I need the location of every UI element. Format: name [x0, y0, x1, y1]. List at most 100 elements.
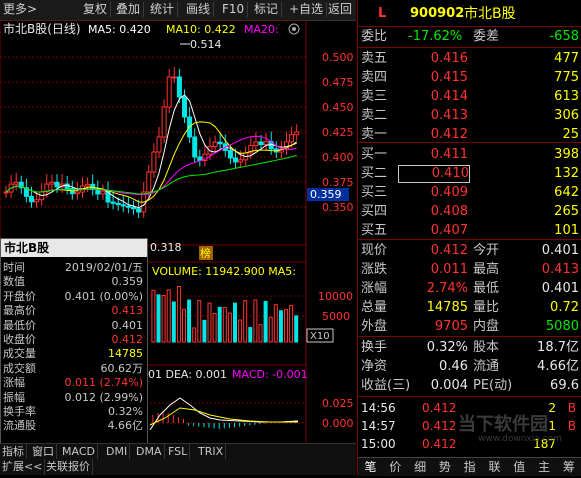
sell-label: 卖三 [361, 89, 388, 104]
info-row-label: 流通股 [3, 419, 36, 433]
info-row: 成交额 60.62万 [3, 362, 145, 376]
quote-tab[interactable]: 细 [408, 458, 433, 476]
volume-bar [187, 299, 192, 343]
stat-value: 0.413 [541, 262, 579, 277]
buy-price: 0.411 [430, 147, 468, 162]
buy-row[interactable]: 买一 0.411 398 [358, 146, 581, 164]
sell-row[interactable]: 卖四 0.415 775 [358, 69, 581, 87]
volume-bar [227, 312, 232, 343]
extension-tabs: 扩展<< 关联报价 [0, 459, 356, 475]
candle-body [253, 141, 259, 147]
overlay-button[interactable]: 叠加 [113, 2, 145, 17]
volume-bar [151, 289, 156, 343]
weicha-value: -658 [549, 29, 579, 44]
quote-tab[interactable]: 联 [482, 458, 507, 476]
info-row-value: 2019/02/01/五 [64, 261, 143, 274]
tab-macd[interactable]: MACD [60, 444, 98, 460]
quote-tab[interactable]: 主 [532, 458, 557, 476]
volume-tick: 10000 [318, 290, 353, 303]
volume-bar [171, 301, 176, 343]
stat-label: 股本 [473, 340, 500, 355]
tab-indicator[interactable]: 指标 [0, 444, 27, 460]
stat-label: 收益(三) [361, 378, 411, 393]
stock-name: 市北B股 [464, 6, 516, 22]
back-button[interactable]: 返回 [325, 2, 355, 17]
price-tick: 0.400 [322, 151, 354, 164]
price-tick: 0.350 [322, 201, 354, 214]
stat-value: 4.66亿 [537, 359, 579, 374]
volume-bar [166, 289, 171, 343]
sell-price: 0.416 [430, 51, 468, 66]
buy-row[interactable]: 买三 0.409 642 [358, 184, 581, 202]
info-row-value: 0.401 [111, 318, 144, 332]
mark-button[interactable]: 标记 [251, 2, 283, 17]
quote-tab[interactable]: 势 [432, 458, 457, 476]
info-row-value: 60.62万 [100, 361, 144, 375]
stat-label: 量比 [473, 300, 500, 315]
quote-panel: L 900902 市北B股 委比 -17.62% 委差 -658 卖五 0.416… [357, 0, 581, 476]
sell-row[interactable]: 卖三 0.414 613 [358, 88, 581, 106]
tick-time: 14:57 [361, 419, 396, 433]
quote-tab[interactable]: 指 [457, 458, 482, 476]
candlesticks [3, 67, 300, 218]
quote-stat-row: 外盘 9705 内盘 5080 [358, 318, 581, 336]
order-ratio-row: 委比 -17.62% 委差 -658 [358, 28, 581, 46]
tick-time: 15:00 [361, 437, 396, 451]
add-watchlist-button[interactable]: +自选 [286, 2, 328, 17]
tab-window[interactable]: 窗口 [30, 444, 57, 460]
tick-price: 0.412 [422, 437, 457, 451]
quote-header: L 900902 市北B股 [358, 4, 581, 24]
stat-label: 涨幅 [361, 281, 388, 296]
stat-label: 现价 [361, 243, 388, 258]
sell-row[interactable]: 卖五 0.416 477 [358, 50, 581, 68]
tab-dmi[interactable]: DMI [104, 444, 131, 460]
ma20-legend: MA20: [244, 23, 279, 36]
quote-tab[interactable]: 价 [383, 458, 408, 476]
info-row-value: 4.66亿 [107, 419, 144, 433]
quote-tab[interactable]: 筹 [556, 458, 581, 476]
candle-body [54, 181, 60, 188]
stats-button[interactable]: 统计 [147, 2, 179, 17]
ma5-legend: MA5: 0.420 [88, 23, 151, 36]
info-row-value: 0.012 (2.99%) [64, 390, 143, 404]
candle-body [294, 131, 300, 136]
stat-value: 14785 [426, 300, 468, 315]
stat-value: 69.6 [550, 378, 579, 393]
candle-body [238, 159, 244, 163]
draw-line-button[interactable]: 画线 [183, 2, 215, 17]
quote-stat-row: 涨幅 2.74% 最低 0.401 [358, 280, 581, 298]
tab-dma[interactable]: DMA [134, 444, 165, 460]
sell-volume: 477 [554, 51, 579, 66]
kline-info-popup: 市北B股 时间 2019/02/01/五 数值 0.359 开盘价 0.401 (0.00… [0, 238, 148, 464]
tick-direction: B [567, 419, 576, 433]
buy-row[interactable]: 买五 0.407 101 [358, 222, 581, 240]
candle-body [182, 96, 187, 118]
candle-body [156, 136, 162, 153]
info-row: 涨幅 0.011 (2.74%) [3, 376, 145, 390]
ma60-line [5, 154, 297, 195]
stat-value: 2.74% [426, 281, 468, 296]
volume-bar [263, 300, 268, 343]
tab-fsl[interactable]: FSL [166, 444, 191, 460]
info-row: 时间 2019/02/01/五 [3, 261, 145, 275]
tab-trix[interactable]: TRIX [196, 444, 227, 460]
sell-row[interactable]: 卖二 0.413 306 [358, 107, 581, 125]
tab-extend[interactable]: 扩展<< [0, 459, 46, 475]
volume-bar [284, 309, 288, 343]
quote-tab[interactable]: 笔 [358, 458, 383, 476]
more-button[interactable]: 更多> [0, 2, 46, 17]
info-row-value: 0.412 [111, 333, 144, 346]
settings-gear-icon[interactable] [288, 23, 300, 35]
stat-value: 0.32% [426, 340, 468, 355]
buy-row[interactable]: 买二 0.410 132 [358, 165, 581, 183]
quote-stat-row: 涨跌 0.011 最高 0.413 [358, 261, 581, 279]
f10-button[interactable]: F10 [219, 2, 249, 17]
tab-related-quotes[interactable]: 关联报价 [44, 459, 93, 475]
candle-body [120, 204, 126, 207]
market-flag: L [378, 6, 387, 21]
quote-tab[interactable]: 值 [507, 458, 532, 476]
info-row-label: 最低价 [3, 318, 36, 332]
buy-row[interactable]: 买四 0.408 265 [358, 203, 581, 221]
fuquan-button[interactable]: 复权 [80, 2, 112, 17]
rank-badge[interactable]: 榜 [200, 246, 211, 260]
